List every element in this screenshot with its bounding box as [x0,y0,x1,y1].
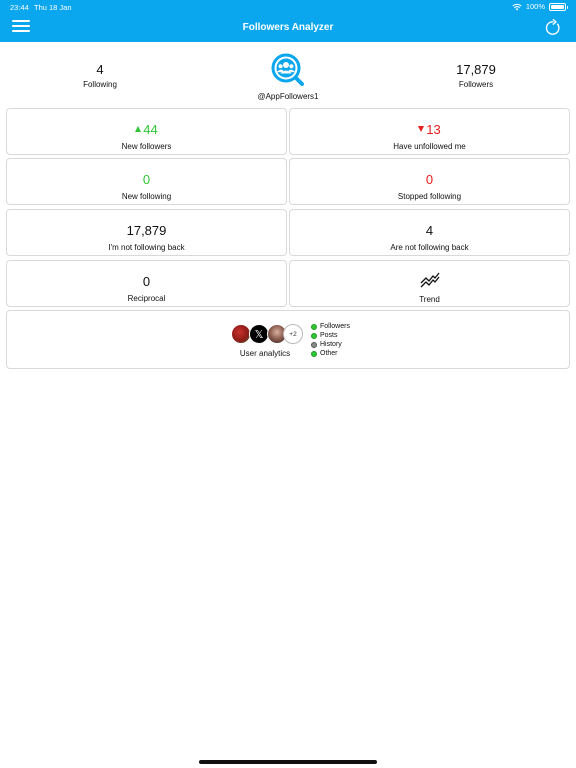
stopped-following-label: Stopped following [397,192,462,201]
avatar [231,324,251,344]
reciprocal-value: 0 [142,273,151,289]
legend-dot [311,332,317,339]
analytics-legend: Followers Posts History Other [311,322,350,358]
battery-fill [551,4,564,9]
legend-label: Posts [320,332,338,339]
legend-label: Other [320,350,338,357]
reciprocal-card[interactable]: 0 Reciprocal [6,260,287,307]
app-header: 23:44 Thu 18 Jan 100% Followers Analyzer [0,0,576,42]
stopped-following-card[interactable]: 0 Stopped following [289,158,570,205]
not-following-back-card[interactable]: 17,879 I'm not following back [6,209,287,256]
reciprocal-label: Reciprocal [127,294,166,303]
new-following-label: New following [121,192,172,201]
followers-search-logo [271,53,304,86]
status-right: 100% [512,2,568,11]
legend-label: Followers [320,323,350,330]
not-following-back-label: I'm not following back [108,243,185,252]
unfollowed-value: 13 [290,121,569,137]
are-not-following-back-card[interactable]: 4 Are not following back [289,209,570,256]
battery-percent: 100% [525,2,545,11]
arrow-down-icon [418,126,425,132]
legend-dot [311,350,317,357]
battery-icon [549,2,568,11]
legend-item: History [311,340,350,349]
trend-chart-icon [420,272,440,288]
user-handle: @AppFollowers1 [257,92,319,101]
wifi-icon [512,3,522,10]
profile-summary: 4 Following @AppFollowers1 17,879 Follow… [0,42,576,107]
stopped-following-value: 0 [425,171,434,187]
unfollowed-label: Have unfollowed me [393,142,466,151]
legend-dot [311,341,317,348]
unfollowed-card[interactable]: 13 Have unfollowed me [289,108,570,155]
status-date: Thu 18 Jan [34,3,72,12]
followers-label: Followers [458,80,494,89]
following-stat[interactable]: 4 Following [50,62,150,89]
legend-item: Followers [311,322,350,331]
trend-label: Trend [419,295,440,304]
new-followers-value: 44 [7,121,286,137]
home-indicator[interactable] [199,760,377,764]
legend-dot [311,323,317,330]
new-followers-label: New followers [121,142,172,151]
new-following-card[interactable]: 0 New following [6,158,287,205]
x-logo-icon: 𝕏 [249,324,269,344]
legend-label: History [320,341,342,348]
are-not-following-back-label: Are not following back [390,243,469,252]
following-label: Following [83,80,117,89]
arrow-up-icon [135,126,142,132]
refresh-icon[interactable] [544,19,562,37]
new-followers-card[interactable]: 44 New followers [6,108,287,155]
user-analytics-label: User analytics [239,349,291,358]
legend-item: Posts [311,331,350,340]
avatar-stack: 𝕏 +2 [231,323,303,345]
page-title: Followers Analyzer [242,22,334,33]
more-avatars-badge: +2 [283,324,303,344]
following-count: 4 [96,62,104,77]
unfollowed-count: 13 [426,121,441,137]
new-following-value: 0 [142,171,151,187]
trend-card[interactable]: Trend [289,260,570,307]
status-bar: 23:44 Thu 18 Jan 100% [0,0,576,14]
user-analytics-card[interactable]: 𝕏 +2 User analytics Followers Posts Hist… [6,310,570,369]
followers-stat[interactable]: 17,879 Followers [426,62,526,89]
not-following-back-value: 17,879 [126,222,167,238]
followers-count: 17,879 [456,62,496,77]
new-followers-count: 44 [143,121,158,137]
are-not-following-back-value: 4 [425,222,434,238]
status-time: 23:44 [10,3,29,12]
legend-item: Other [311,349,350,358]
